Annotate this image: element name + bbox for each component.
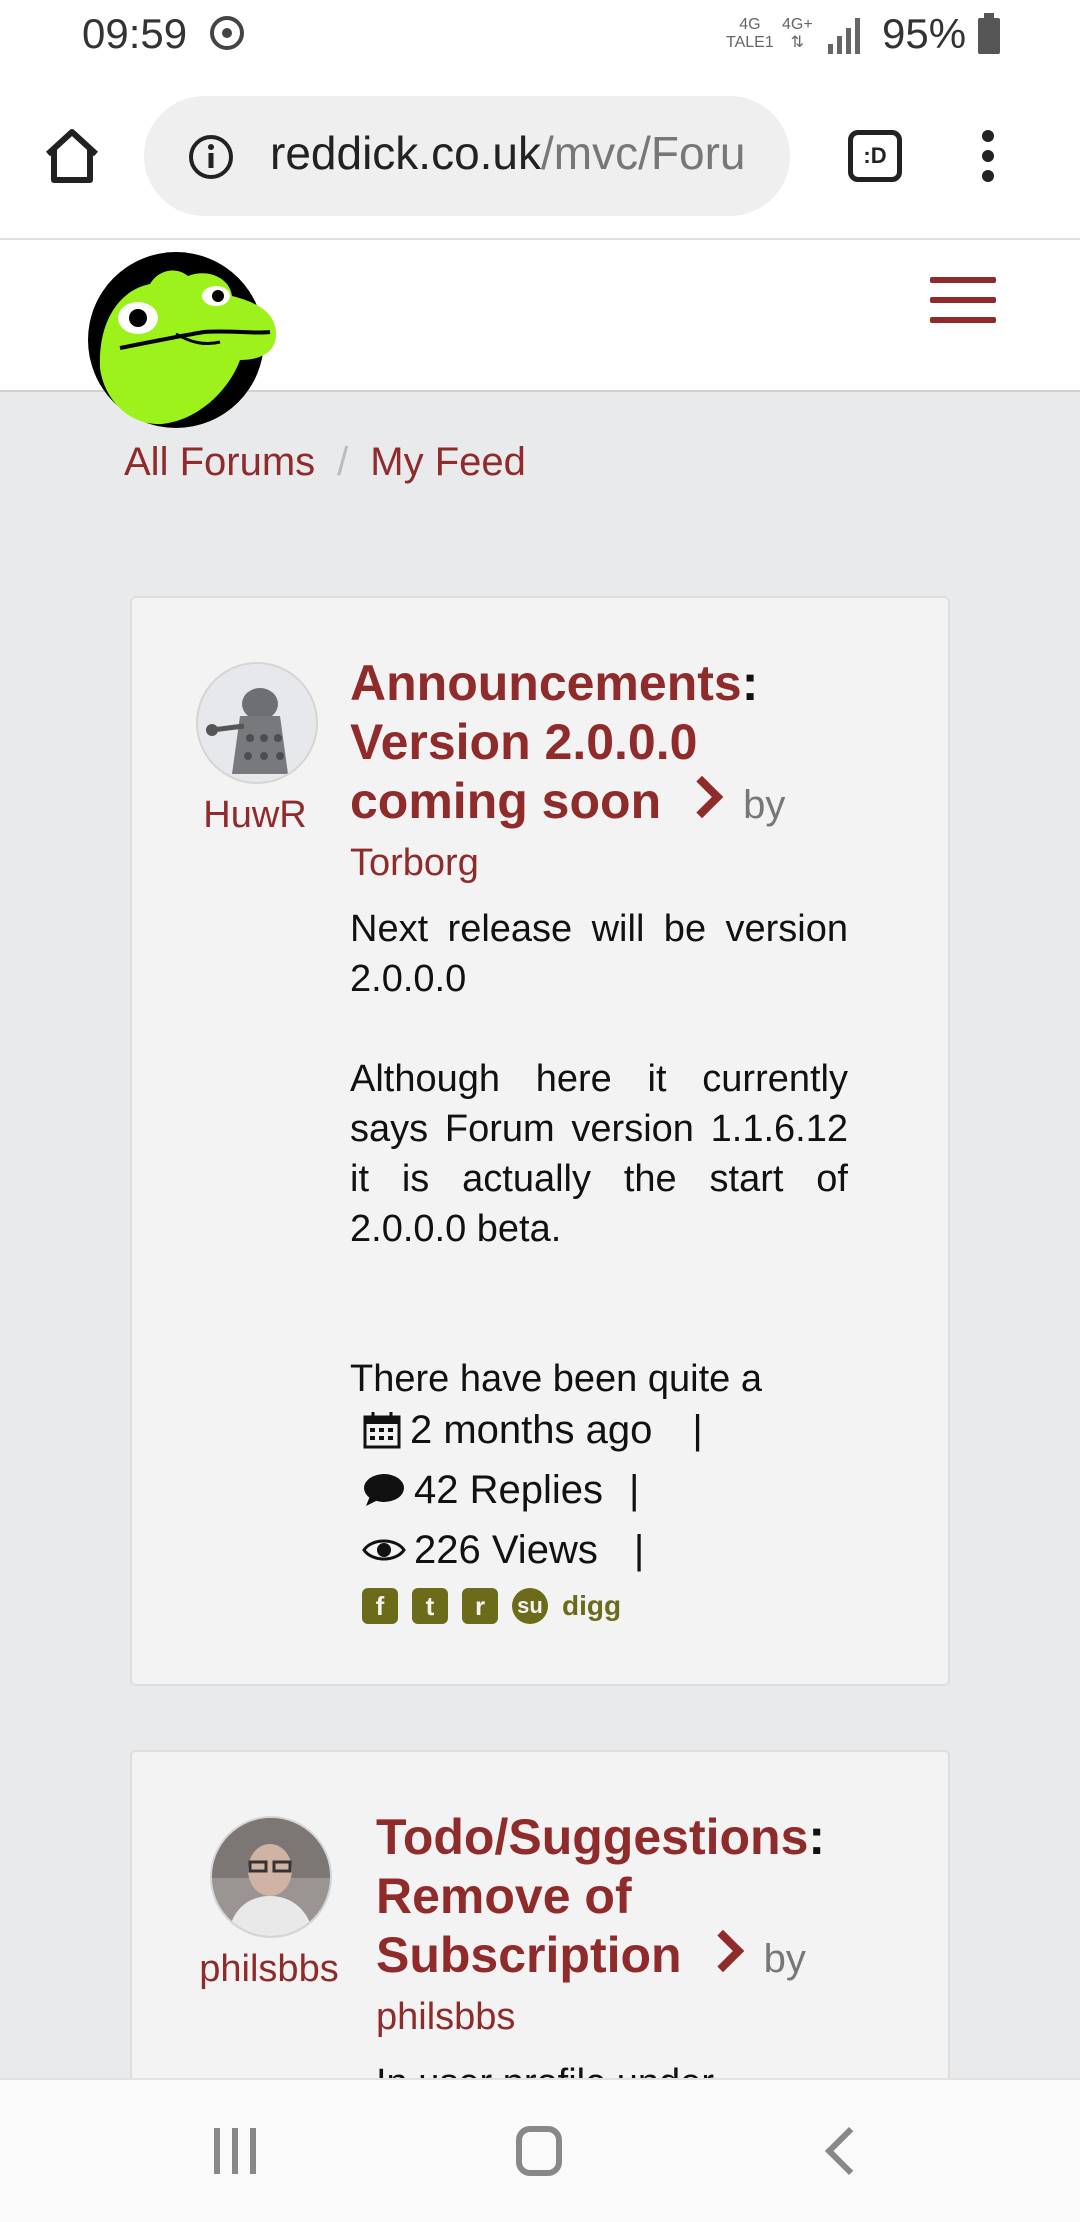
home-nav-icon[interactable] bbox=[516, 2126, 562, 2176]
info-icon[interactable] bbox=[188, 134, 234, 180]
post-date-row: 2 months ago | bbox=[362, 1400, 703, 1460]
post-body-paragraph: Next release will be version 2.0.0.0 bbox=[350, 908, 848, 1000]
network-tale-label: TALE1 bbox=[726, 34, 774, 51]
forum-link[interactable]: Announcements bbox=[350, 655, 742, 711]
data-arrows-icon: ⇅ bbox=[790, 34, 805, 51]
more-menu-icon[interactable] bbox=[982, 130, 996, 186]
chevron-right-icon[interactable] bbox=[680, 775, 724, 819]
status-bar: 09:59 4G TALE1 4G+ ⇅ 95% bbox=[0, 0, 1080, 74]
post-author[interactable]: philsbbs bbox=[184, 1948, 354, 1991]
battery-percent: 95% bbox=[882, 10, 967, 57]
url-path: /mvc/Foru bbox=[541, 127, 746, 179]
by-label: by bbox=[763, 1937, 806, 1981]
post-title: Announcements: Version 2.0.0.0 coming so… bbox=[350, 654, 910, 835]
post-body-paragraph: Although here it currently says Forum ve… bbox=[350, 1058, 848, 1250]
user-photo-avatar-image bbox=[212, 1818, 330, 1936]
breadcrumb-my-feed[interactable]: My Feed bbox=[370, 440, 526, 484]
post-body: Next release will be version 2.0.0.0 Alt… bbox=[350, 904, 848, 1404]
post-body-paragraph: There have been quite a bbox=[350, 1358, 762, 1400]
network-4g-indicator: 4G TALE1 bbox=[726, 16, 774, 52]
avatar[interactable] bbox=[210, 1816, 332, 1938]
eye-icon bbox=[362, 1539, 406, 1561]
topic-link-line-2[interactable]: Subscription bbox=[376, 1927, 682, 1983]
network-4g-label: 4G bbox=[739, 16, 761, 33]
status-time: 09:59 bbox=[82, 10, 188, 57]
calendar-icon bbox=[363, 1412, 401, 1449]
hamburger-menu-icon[interactable] bbox=[930, 277, 996, 323]
breadcrumb-separator: / bbox=[337, 440, 349, 484]
title-colon: : bbox=[741, 655, 759, 711]
reddit-icon[interactable]: r bbox=[462, 1588, 498, 1624]
digg-icon[interactable]: digg bbox=[562, 1590, 621, 1622]
facebook-icon[interactable]: f bbox=[362, 1588, 398, 1624]
topic-link-line-1[interactable]: Version 2.0.0.0 bbox=[350, 714, 697, 770]
dalek-avatar-image bbox=[198, 664, 316, 782]
recent-apps-icon[interactable] bbox=[214, 2128, 260, 2174]
browser-toolbar: reddick.co.uk/mvc/Foru :D bbox=[0, 74, 1080, 240]
tab-switcher-button[interactable]: :D bbox=[848, 130, 902, 182]
back-icon[interactable] bbox=[824, 2126, 874, 2176]
post-views-row: 226 Views | bbox=[362, 1520, 703, 1580]
forum-link[interactable]: Todo/Suggestions bbox=[376, 1809, 808, 1865]
post-date: 2 months ago bbox=[410, 1407, 653, 1452]
sync-icon bbox=[210, 16, 244, 50]
post-meta: 2 months ago | 42 Replies | 226 Views | f t… bbox=[362, 1400, 703, 1624]
avatar[interactable] bbox=[196, 662, 318, 784]
share-links: f t r su digg bbox=[362, 1588, 703, 1624]
topic-link-line-2[interactable]: coming soon bbox=[350, 773, 661, 829]
by-label: by bbox=[743, 783, 786, 827]
stumbleupon-icon[interactable]: su bbox=[512, 1588, 548, 1624]
post-card: philsbbs Todo/Suggestions: Remove of Sub… bbox=[130, 1750, 950, 2130]
address-bar[interactable]: reddick.co.uk/mvc/Foru bbox=[144, 96, 790, 216]
meta-separator: | bbox=[629, 1467, 640, 1512]
byline-author[interactable]: philsbbs bbox=[376, 1996, 515, 2039]
site-logo[interactable] bbox=[80, 250, 280, 430]
post-title: Todo/Suggestions: Remove of Subscription… bbox=[376, 1808, 916, 1989]
twitter-icon[interactable]: t bbox=[412, 1588, 448, 1624]
byline-author[interactable]: Torborg bbox=[350, 842, 479, 885]
breadcrumb: All Forums / My Feed bbox=[124, 440, 526, 485]
title-colon: : bbox=[808, 1809, 826, 1865]
meta-separator: | bbox=[692, 1407, 703, 1452]
chevron-right-icon[interactable] bbox=[701, 1929, 744, 1973]
system-navigation-bar bbox=[0, 2078, 1080, 2222]
post-author[interactable]: HuwR bbox=[176, 794, 334, 837]
comment-icon bbox=[364, 1474, 404, 1506]
post-views: 226 Views bbox=[414, 1527, 598, 1572]
topic-link-line-1[interactable]: Remove of bbox=[376, 1868, 632, 1924]
url-host: reddick.co.uk bbox=[270, 127, 542, 179]
home-icon[interactable] bbox=[40, 124, 104, 188]
signal-icon bbox=[828, 18, 864, 54]
network-4g-plus-label: 4G+ bbox=[782, 16, 813, 33]
breadcrumb-all-forums[interactable]: All Forums bbox=[124, 440, 315, 484]
post-replies: 42 Replies bbox=[414, 1467, 604, 1512]
battery-icon bbox=[978, 13, 1000, 54]
url-text[interactable]: reddick.co.uk/mvc/Foru bbox=[270, 126, 745, 180]
meta-separator: | bbox=[633, 1527, 645, 1572]
post-card: HuwR Announcements: Version 2.0.0.0 comi… bbox=[130, 596, 950, 1686]
post-replies-row: 42 Replies | bbox=[362, 1460, 703, 1520]
network-4g-plus-indicator: 4G+ ⇅ bbox=[782, 16, 813, 52]
